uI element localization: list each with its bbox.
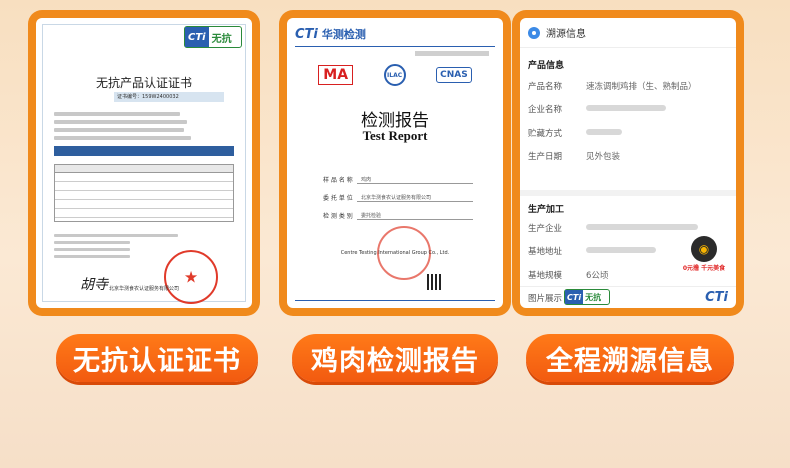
report-footer <box>295 300 495 304</box>
certificate-text-lines <box>54 108 234 144</box>
trace-header-title: 溯源信息 <box>546 29 586 40</box>
blurred-value <box>586 223 698 230</box>
list-item: 贮藏方式 <box>528 121 730 145</box>
blurred-value <box>586 105 666 112</box>
report-issuer: Centre Testing International Group Co., … <box>340 250 450 256</box>
cnas-logo: CNAS <box>436 67 472 83</box>
trace-header: 溯源信息 <box>520 18 736 48</box>
full-traceability-label[interactable]: 全程溯源信息 <box>526 334 734 382</box>
list-item: 企业名称 <box>528 98 730 122</box>
production-section-title: 生产加工 <box>528 205 565 215</box>
product-info-list: 产品名称 速冻调制鸡排（生、熟制品） 企业名称 贮藏方式 生产日期 见外包装 <box>528 74 730 168</box>
report-field: 委 托 单 位 北京华测食农认证服务有限公司 <box>323 184 473 202</box>
trace-card: 溯源信息 产品信息 产品名称 速冻调制鸡排（生、熟制品） 企业名称 贮藏方式 生… <box>512 10 744 316</box>
report-brand: 华测检测 <box>321 28 366 41</box>
report-header: CTi 华测检测 <box>295 26 366 42</box>
report-field: 检 测 类 别 委托检验 <box>323 202 473 220</box>
report-image: CTi 华测检测 MA ILAC CNAS 检测报告 Test Report 样… <box>287 18 503 308</box>
badge-text: 无抗 <box>211 33 232 45</box>
ilac-logo: ILAC <box>383 64 406 86</box>
cti-antibiotic-free-badge: CTi 无抗 <box>184 26 242 48</box>
certificate-card: CTi 无抗 无抗产品认证证书 证书编号：159W2400032 胡寺 ★ 北京… <box>28 10 260 316</box>
ma-logo: MA <box>318 65 354 85</box>
trace-footer <box>520 286 736 308</box>
trace-screen: 溯源信息 产品信息 产品名称 速冻调制鸡排（生、熟制品） 企业名称 贮藏方式 生… <box>520 18 736 308</box>
certificate-title: 无抗产品认证证书 <box>95 76 192 90</box>
certificate-number: 证书编号：159W2400032 <box>114 92 224 102</box>
certificate-image: CTi 无抗 无抗产品认证证书 证书编号：159W2400032 胡寺 ★ 北京… <box>36 18 252 308</box>
report-number <box>415 51 489 56</box>
section-divider <box>520 190 736 196</box>
cti-antibiotic-free-badge: CTi 无抗 <box>564 289 610 305</box>
report-field: 样 品 名 称 鸡肉 <box>323 166 473 184</box>
cti-logo: CTi <box>185 27 209 47</box>
report-fields: 样 品 名 称 鸡肉 委 托 单 位 北京华测食农认证服务有限公司 检 测 类 … <box>323 166 473 220</box>
certificate-issuer: 北京华测食农认证服务有限公司 <box>108 286 179 292</box>
star-icon: ★ <box>183 267 199 287</box>
chicken-test-report-label[interactable]: 鸡肉检测报告 <box>292 334 498 382</box>
report-title-en: Test Report <box>362 128 428 143</box>
food-brand-logo: ◉ 0元撸 千元美食 <box>682 236 726 276</box>
accreditation-logos: MA ILAC CNAS <box>287 64 503 86</box>
divider <box>295 46 495 47</box>
pan-icon: ◉ <box>691 236 717 262</box>
cti-logo: CTi <box>705 290 728 305</box>
list-item: 生产日期 见外包装 <box>528 152 621 163</box>
product-section-title: 产品信息 <box>528 61 565 71</box>
red-seal-stamp: ★ <box>164 250 218 304</box>
location-icon <box>528 26 540 39</box>
report-card: CTi 华测检测 MA ILAC CNAS 检测报告 Test Report 样… <box>279 10 511 316</box>
certificate-scope-band <box>54 146 234 156</box>
certificate-product-table <box>54 164 234 222</box>
qr-code-icon <box>427 274 443 290</box>
list-item: 产品名称 速冻调制鸡排（生、熟制品） <box>528 81 697 92</box>
cti-logo: CTi <box>295 26 318 42</box>
blurred-value <box>586 128 622 135</box>
antibiotic-free-cert-label[interactable]: 无抗认证证书 <box>56 334 258 382</box>
blurred-value <box>586 247 656 254</box>
